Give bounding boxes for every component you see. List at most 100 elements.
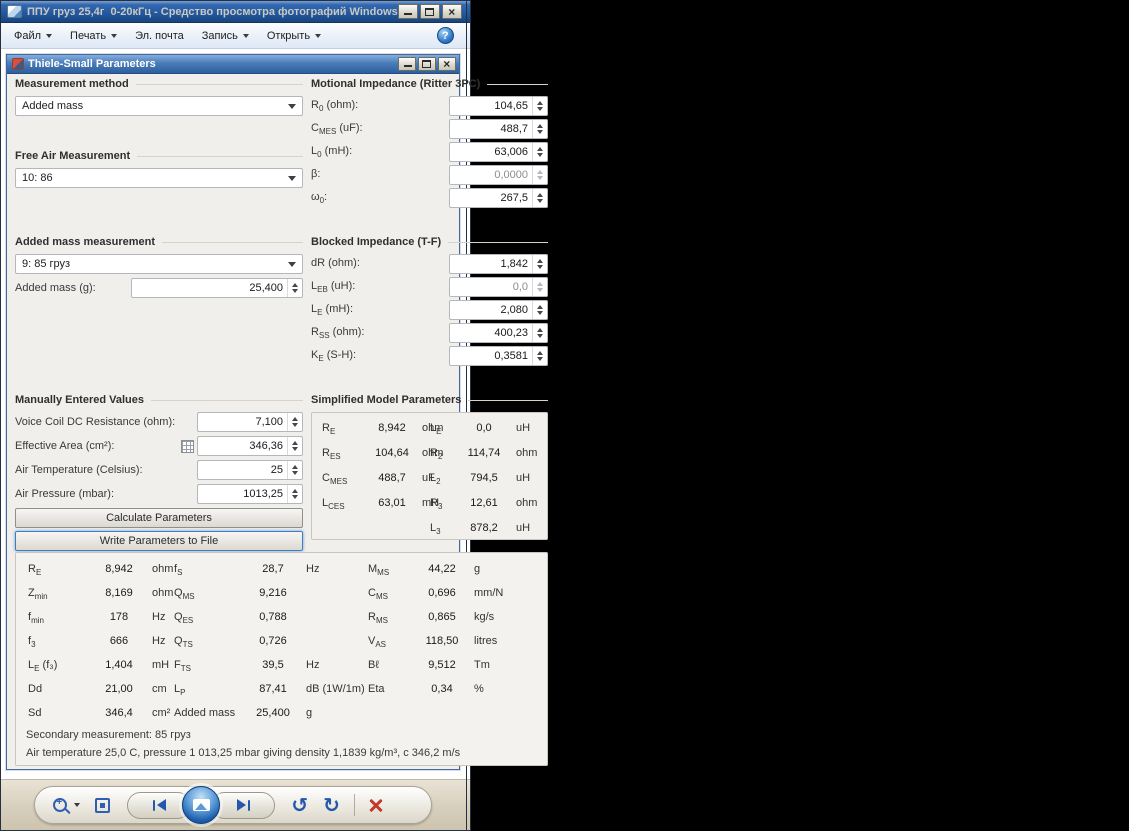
spinner-icon[interactable] [532,255,547,273]
spinner-icon[interactable] [532,301,547,319]
results-box: RE 8,942 ohm Zmin 8,169 ohm fmin 178 Hz f3 666 H… [15,552,548,766]
menu-print[interactable]: Печать [61,26,126,46]
ts-minimize-button[interactable] [397,57,416,71]
omega0-row: ω0: 267,5 [311,188,548,208]
le-input[interactable]: 2,080 [449,300,548,320]
close-button[interactable]: × [441,4,462,19]
chevron-down-icon [288,175,296,181]
r0-row: R0 (ohm): 104,65 [311,96,548,116]
spinner-icon[interactable] [532,120,547,138]
section-heading-simplified: Simplified Model Parameters [311,394,548,406]
section-heading-blocked: Blocked Impedance (T-F) [311,236,548,248]
spinner-icon[interactable] [532,166,547,184]
rotate-ccw-button[interactable]: ↺ [291,795,308,815]
spinner-icon[interactable] [287,279,302,297]
viewer-toolbar: ↺ ↻ [1,779,466,830]
minimize-button[interactable] [397,4,418,19]
spinner-icon[interactable] [287,461,302,479]
slideshow-icon [192,799,210,811]
dr-input[interactable]: 1,842 [449,254,548,274]
area-table-icon[interactable] [181,439,194,453]
voice-coil-row: Voice Coil DC Resistance (ohm): 7,100 [15,412,303,432]
spinner-icon[interactable] [532,143,547,161]
write-parameters-button[interactable]: Write Parameters to File [15,531,303,551]
thiele-small-app-icon [12,58,24,70]
spinner-icon[interactable] [532,278,547,296]
ts-window-title: Thiele-Small Parameters [28,58,156,70]
ts-maximize-button[interactable] [417,57,436,71]
spinner-icon[interactable] [532,189,547,207]
minimize-icon [403,13,412,15]
maximize-button[interactable] [419,4,440,19]
photo-viewer-window: ППУ груз 25,4г 0-20кГц - Средство просмо… [0,0,548,831]
air-temperature-input[interactable]: 25 [197,460,303,480]
simplified-model-box: RE 8,942 ohm RES 104,64 ohm CMES 488,7 uF LCES… [311,412,548,540]
magnifier-icon [53,797,68,812]
cmes-input[interactable]: 488,7 [449,119,548,139]
air-pressure-input[interactable]: 1013,25 [197,484,303,504]
close-icon: × [448,4,456,19]
omega0-input[interactable]: 267,5 [449,188,548,208]
previous-icon [157,799,167,811]
calculate-parameters-button[interactable]: Calculate Parameters [15,508,303,528]
rss-input[interactable]: 400,23 [449,323,548,343]
l0-input[interactable]: 63,006 [449,142,548,162]
dr-row: dR (ohm): 1,842 [311,254,548,274]
leb-row: LEB (uH): 0,0 [311,277,548,297]
voice-coil-resistance-input[interactable]: 7,100 [197,412,303,432]
spinner-icon[interactable] [287,437,302,455]
help-icon[interactable]: ? [436,27,454,44]
section-heading-free-air: Free Air Measurement [15,150,303,162]
chevron-down-icon [46,33,53,38]
toolbar-pill: ↺ ↻ [34,786,433,824]
slideshow-button[interactable] [182,786,221,824]
r0-input[interactable]: 104,65 [449,96,548,116]
beta-input[interactable]: 0,0000 [449,165,548,185]
navigation-cluster [127,786,276,824]
spinner-icon[interactable] [287,413,302,431]
spinner-icon[interactable] [287,485,302,503]
leb-input[interactable]: 0,0 [449,277,548,297]
added-mass-input[interactable]: 25,400 [131,278,303,298]
section-heading-added-mass: Added mass measurement [15,236,303,248]
actual-size-icon[interactable] [95,797,111,813]
menu-bar: Файл Печать Эл. почта Запись Открыть ? [1,23,466,49]
window-titlebar: ППУ груз 25,4г 0-20кГц - Средство просмо… [1,1,466,23]
chevron-down-icon [288,103,296,109]
menu-burn[interactable]: Запись [193,26,258,46]
menu-email[interactable]: Эл. почта [126,26,193,46]
menu-file[interactable]: Файл [5,26,61,46]
air-pressure-row: Air Pressure (mbar): 1013,25 [15,484,303,504]
zoom-button[interactable] [53,797,81,812]
maximize-icon [422,60,432,68]
ke-input[interactable]: 0,3581 [449,346,548,366]
air-temperature-row: Air Temperature (Celsius): 25 [15,460,303,480]
close-icon: × [443,57,451,71]
section-heading-manual: Manually Entered Values [15,394,303,406]
delete-button[interactable] [368,797,384,813]
spinner-icon[interactable] [532,324,547,342]
spinner-icon[interactable] [532,97,547,115]
effective-area-row: Effective Area (cm²): 346,36 [15,436,303,456]
toolbar-divider [353,794,355,816]
spinner-icon[interactable] [532,347,547,365]
le-row: LE (mH): 2,080 [311,300,548,320]
added-mass-select[interactable]: 9: 85 груз [15,254,303,274]
air-conditions-text: Air temperature 25,0 C, pressure 1 013,2… [26,747,461,759]
chevron-down-icon [315,33,322,38]
ts-content: Measurement method Added mass Free Air M… [7,74,548,769]
ke-row: KE (S-H): 0,3581 [311,346,548,366]
measurement-method-select[interactable]: Added mass [15,96,303,116]
chevron-down-icon [111,33,118,38]
l0-row: L0 (mH): 63,006 [311,142,548,162]
effective-area-input[interactable]: 346,36 [197,436,303,456]
rss-row: RSS (ohm): 400,23 [311,323,548,343]
menu-open[interactable]: Открыть [258,26,330,46]
ts-close-button[interactable]: × [437,57,456,71]
free-air-select[interactable]: 10: 86 [15,168,303,188]
thiele-small-window: Thiele-Small Parameters × Measurement me… [6,54,548,770]
next-button[interactable] [211,791,276,819]
window-title: ППУ груз 25,4г 0-20кГц - Средство просмо… [27,5,398,18]
rotate-cw-button[interactable]: ↻ [323,795,340,815]
simplified-column-1: RE 8,942 ohm RES 104,64 ohm CMES 488,7 uF LCES… [322,422,444,511]
